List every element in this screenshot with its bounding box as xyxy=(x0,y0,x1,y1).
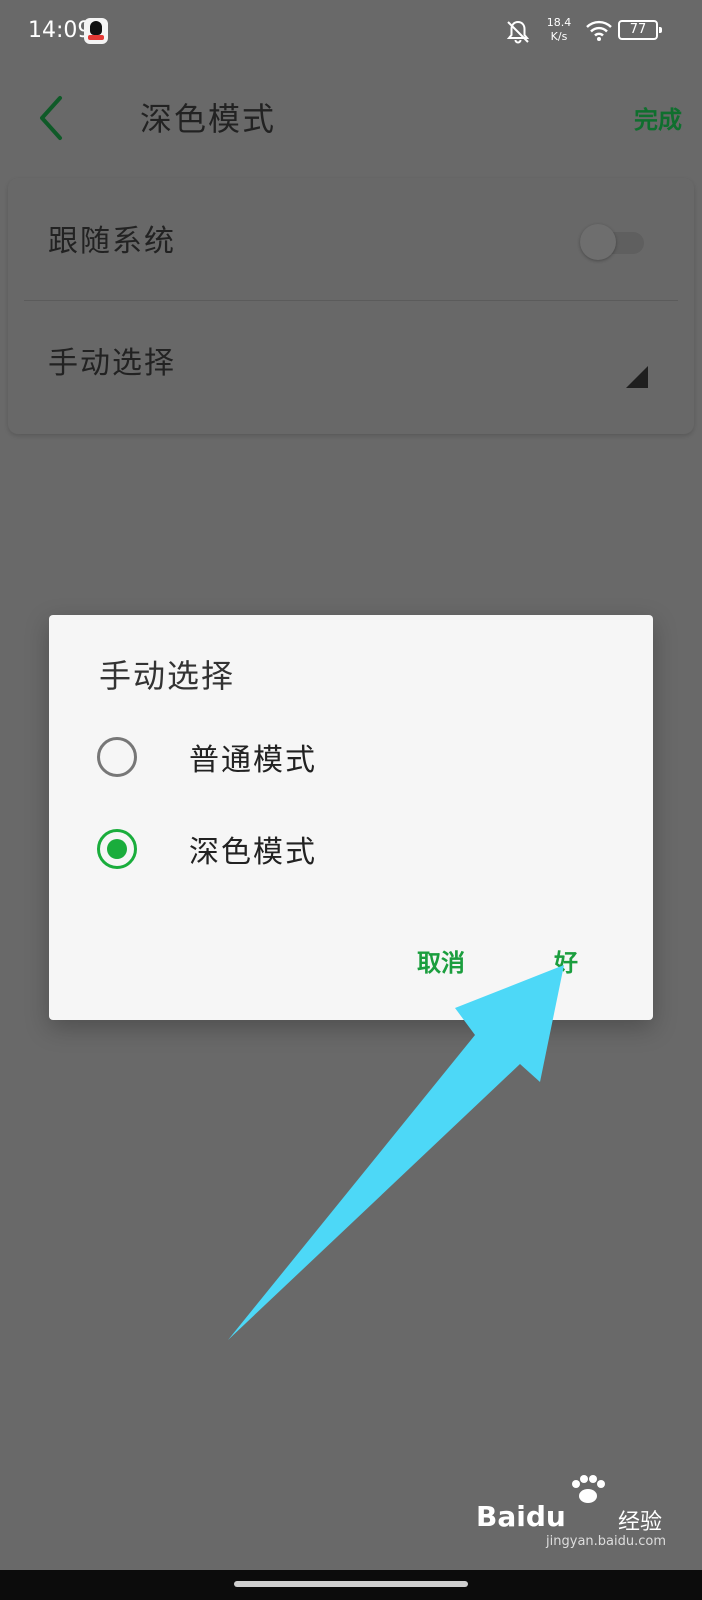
radio-unchecked-icon[interactable] xyxy=(97,737,137,777)
manual-select-dialog: 手动选择 普通模式 深色模式 取消 好 xyxy=(49,615,653,1020)
watermark-url: jingyan.baidu.com xyxy=(546,1534,666,1549)
done-button[interactable]: 完成 xyxy=(634,100,682,135)
settings-card: 跟随系统 手动选择 xyxy=(8,178,694,434)
cancel-button[interactable]: 取消 xyxy=(417,943,465,978)
network-speed-unit: K/s xyxy=(550,30,568,43)
home-indicator[interactable] xyxy=(234,1581,468,1587)
status-bar: 14:09 18.4 K/s 77 xyxy=(0,0,702,64)
follow-system-toggle[interactable] xyxy=(580,222,644,262)
option-label: 深色模式 xyxy=(189,835,317,870)
back-button[interactable] xyxy=(30,92,70,144)
watermark-suffix: 经验 xyxy=(618,1510,663,1535)
status-icons: 18.4 K/s 77 xyxy=(504,14,674,50)
bell-off-icon xyxy=(506,20,530,44)
radio-checked-icon[interactable] xyxy=(97,829,137,869)
network-speed: 18.4 K/s xyxy=(544,16,574,44)
dialog-title: 手动选择 xyxy=(99,657,236,695)
watermark-brand-start: Bai xyxy=(476,1500,526,1533)
option-normal-mode[interactable]: 普通模式 xyxy=(97,727,597,787)
dropdown-corner-icon[interactable] xyxy=(626,366,648,388)
option-label: 普通模式 xyxy=(189,743,317,778)
watermark-brand: Baidu xyxy=(476,1500,566,1533)
qq-icon xyxy=(84,18,108,44)
network-speed-value: 18.4 xyxy=(546,16,572,29)
ok-button[interactable]: 好 xyxy=(554,943,578,978)
app-header: 深色模式 完成 xyxy=(0,64,702,174)
divider xyxy=(24,300,678,301)
baidu-jingyan-watermark: Baidu 经验 jingyan.baidu.com xyxy=(476,1474,666,1549)
manual-select-label[interactable]: 手动选择 xyxy=(48,338,176,382)
page-title: 深色模式 xyxy=(140,100,277,138)
follow-system-label: 跟随系统 xyxy=(48,224,176,259)
paw-logo-icon xyxy=(572,1475,605,1503)
status-time: 14:09 xyxy=(28,18,92,43)
navigation-bar xyxy=(0,1570,702,1600)
toggle-knob xyxy=(580,224,616,260)
option-dark-mode[interactable]: 深色模式 xyxy=(97,819,597,879)
battery-icon: 77 xyxy=(618,20,662,40)
watermark-brand-end: du xyxy=(525,1500,566,1533)
wifi-icon xyxy=(586,20,612,41)
